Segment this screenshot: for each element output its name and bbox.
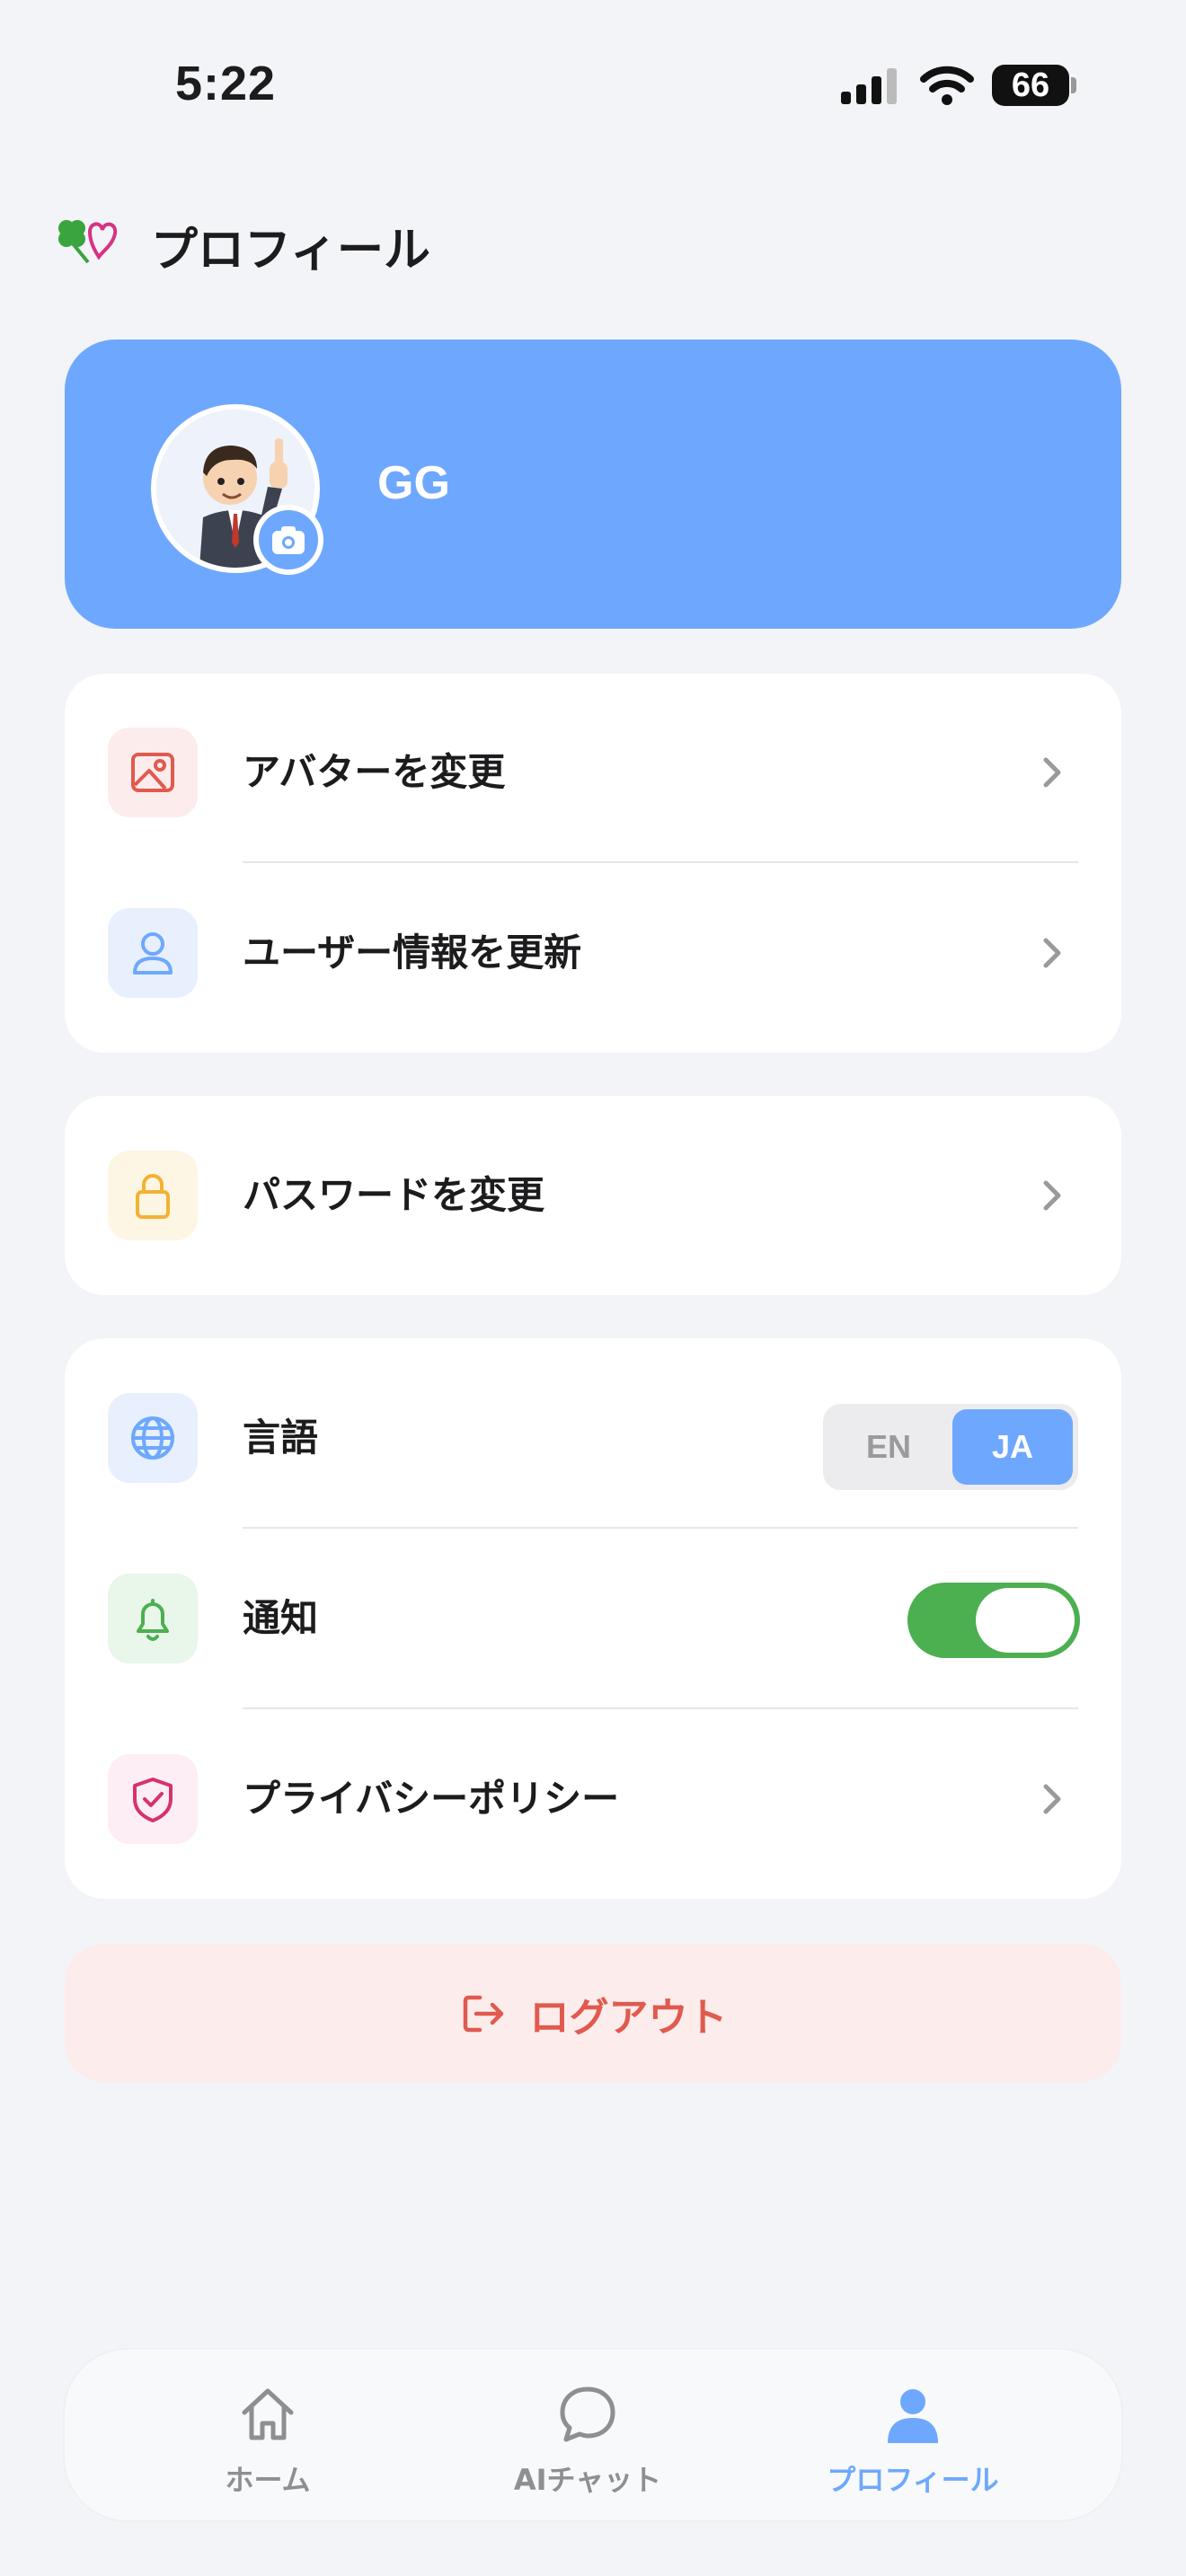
person-icon <box>888 2389 938 2443</box>
shield-check-icon <box>133 1778 173 1822</box>
tab-ai-chat-label: AIチャット <box>513 2463 662 2497</box>
user-name: GG <box>377 457 450 509</box>
notifications-toggle[interactable] <box>907 1583 1080 1658</box>
change-password-row[interactable]: パスワードを変更 <box>65 1106 1121 1285</box>
change-avatar-row[interactable]: アバターを変更 <box>65 683 1121 862</box>
change-password-label: パスワードを変更 <box>243 1173 545 1217</box>
bell-icon <box>137 1599 169 1641</box>
chevron-right-icon <box>1043 1784 1061 1814</box>
language-toggle: EN JA <box>823 1404 1078 1490</box>
battery-cap <box>1071 77 1076 93</box>
chevron-right-icon <box>1043 938 1061 968</box>
cellular-signal-icon <box>841 68 897 104</box>
language-option-en[interactable]: EN <box>828 1409 949 1485</box>
tab-ai-chat[interactable]: AIチャット <box>453 2350 722 2520</box>
change-photo-button[interactable] <box>253 505 323 575</box>
clover-heart-icon <box>58 220 118 264</box>
privacy-policy-label: プライバシーポリシー <box>243 1777 620 1821</box>
camera-icon <box>272 526 305 554</box>
language-row: 言語 EN JA <box>65 1348 1121 1528</box>
chat-bubble-icon <box>560 2386 615 2442</box>
security-menu-card: パスワードを変更 <box>65 1096 1121 1295</box>
tab-profile[interactable]: プロフィール <box>778 2350 1048 2520</box>
user-icon-tile <box>108 908 198 998</box>
lock-icon <box>136 1174 170 1219</box>
lock-icon-tile <box>108 1151 198 1240</box>
chevron-right-icon <box>1043 1180 1061 1211</box>
wifi-icon <box>920 66 974 105</box>
page-title: プロフィール <box>151 224 430 278</box>
globe-icon <box>131 1416 174 1460</box>
logout-label: ログアウト <box>529 1995 728 2041</box>
update-user-info-label: ユーザー情報を更新 <box>243 931 582 975</box>
update-user-info-row[interactable]: ユーザー情報を更新 <box>65 863 1121 1043</box>
battery-indicator: 66 <box>992 65 1069 106</box>
settings-card: 言語 EN JA 通知 プライバシーポリシー <box>65 1338 1121 1899</box>
privacy-policy-row[interactable]: プライバシーポリシー <box>65 1709 1121 1889</box>
user-icon <box>133 932 173 975</box>
account-menu-card: アバターを変更 ユーザー情報を更新 <box>65 674 1121 1053</box>
tab-profile-label: プロフィール <box>827 2463 999 2497</box>
language-option-ja[interactable]: JA <box>952 1409 1073 1485</box>
bell-icon-tile <box>108 1574 198 1663</box>
language-label: 言語 <box>243 1416 319 1460</box>
logout-button[interactable]: ログアウト <box>65 1944 1121 2082</box>
home-icon <box>242 2388 294 2440</box>
image-icon <box>131 753 174 792</box>
notifications-row: 通知 <box>65 1529 1121 1708</box>
chevron-right-icon <box>1043 757 1061 788</box>
logout-icon <box>464 1995 504 2033</box>
tab-home[interactable]: ホーム <box>133 2350 403 2520</box>
shield-icon-tile <box>108 1754 198 1844</box>
globe-icon-tile <box>108 1393 198 1483</box>
notifications-label: 通知 <box>243 1596 319 1640</box>
status-time: 5:22 <box>175 57 277 110</box>
image-icon-tile <box>108 728 198 817</box>
tab-home-label: ホーム <box>225 2463 311 2497</box>
toggle-knob <box>976 1588 1075 1653</box>
change-avatar-label: アバターを変更 <box>243 750 506 794</box>
